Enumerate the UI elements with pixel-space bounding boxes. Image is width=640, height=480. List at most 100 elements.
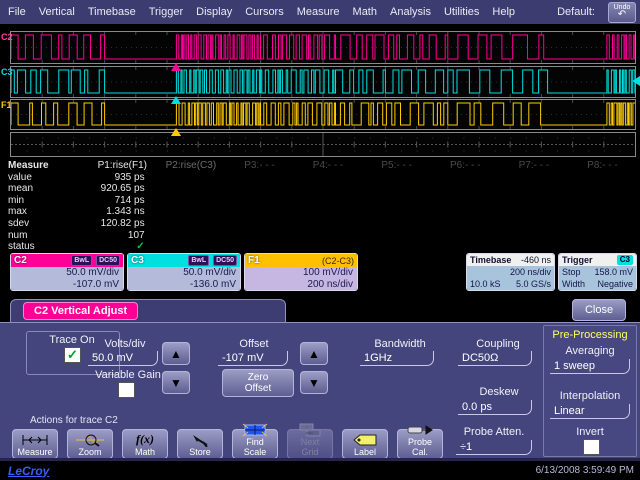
pre-processing-title: Pre-Processing: [544, 329, 636, 341]
averaging-field[interactable]: 1 sweep: [550, 359, 630, 374]
row-label-sdev: sdev: [8, 218, 49, 230]
p1-num: 107: [88, 230, 157, 242]
math-action-button[interactable]: f(x) Math: [122, 429, 168, 459]
bandwidth-field[interactable]: 1GHz: [360, 351, 434, 366]
trigger-title: Trigger: [562, 255, 593, 265]
probe-cal-action-button[interactable]: Probe Cal.: [397, 429, 443, 459]
c2-vertical-adjust-dialog: Trace On ✓ Volts/div 50.0 mV Variable Ga…: [0, 322, 640, 458]
menu-utilities[interactable]: Utilities: [444, 6, 479, 18]
offset-up-button[interactable]: ▲: [300, 342, 328, 365]
c2-trace-label[interactable]: C2: [1, 33, 13, 42]
offset-field[interactable]: -107 mV: [218, 351, 288, 366]
menu-trigger[interactable]: Trigger: [149, 6, 183, 18]
probe-cal-action-label: Probe Cal.: [404, 437, 436, 457]
up-arrow-icon: ▲: [170, 347, 182, 361]
deskew-field[interactable]: 0.0 ps: [458, 400, 532, 415]
trigger-source-badge: C3: [617, 255, 633, 265]
close-button[interactable]: Close: [572, 299, 626, 321]
math-fx-icon: f(x): [136, 432, 154, 447]
p7-header: P7:- - -: [500, 160, 569, 172]
coupling-field[interactable]: DC50Ω: [458, 351, 532, 366]
menu-display[interactable]: Display: [196, 6, 232, 18]
c3-id: C3: [131, 255, 144, 266]
trigger-level-arrow-icon[interactable]: [632, 76, 640, 86]
c2-descriptor-box[interactable]: C2 BwL DC50 50.0 mV/div -107.0 mV: [10, 253, 124, 291]
c2-descriptor-header: C2 BwL DC50: [11, 254, 123, 267]
zoom-action-button[interactable]: Zoom: [67, 429, 113, 459]
c2-bwl-badge: BwL: [71, 255, 92, 266]
c2-id: C2: [14, 255, 27, 266]
p8-header: P8:- - -: [568, 160, 637, 172]
f1-trace-label[interactable]: F1: [1, 101, 12, 110]
timebase-scale: 200 ns/div: [470, 266, 551, 278]
store-action-button[interactable]: Store: [177, 429, 223, 459]
menu-help[interactable]: Help: [492, 6, 515, 18]
grid-strip-c3[interactable]: [10, 66, 636, 98]
bandwidth-label: Bandwidth: [360, 338, 440, 350]
menu-vertical[interactable]: Vertical: [39, 6, 75, 18]
pre-processing-panel: Pre-Processing Averaging 1 sweep Interpo…: [543, 325, 637, 457]
trigger-body: Stop 158.0 mV Width Negative: [559, 266, 636, 290]
p1-min: 714 ps: [88, 195, 157, 207]
offset-down-button[interactable]: ▼: [300, 371, 328, 394]
volts-div-up-button[interactable]: ▲: [162, 342, 190, 365]
interpolation-field[interactable]: Linear: [550, 404, 630, 419]
f1-trigger-marker-icon[interactable]: [171, 128, 181, 136]
c3-descriptor-box[interactable]: C3 BwL DC50 50.0 mV/div -136.0 mV: [127, 253, 241, 291]
menu-analysis[interactable]: Analysis: [390, 6, 431, 18]
down-arrow-icon: ▼: [170, 376, 182, 390]
volts-div-field[interactable]: 50.0 mV: [88, 351, 158, 366]
find-scale-action-button[interactable]: Find Scale: [232, 429, 278, 459]
deskew-label: Deskew: [460, 386, 538, 398]
row-label-num: num: [8, 230, 49, 242]
timebase-body: 200 ns/div 10.0 kS 5.0 GS/s: [467, 266, 554, 290]
grid-strip-c2[interactable]: [10, 31, 636, 64]
measure-column-p8: P8:- - -: [568, 160, 637, 253]
grid-strip-f1[interactable]: [10, 99, 636, 130]
p1-status-check-icon: ✓: [88, 241, 157, 253]
menu-timebase[interactable]: Timebase: [88, 6, 136, 18]
c3-trigger-marker-icon[interactable]: [171, 96, 181, 104]
store-icon: [189, 432, 211, 447]
default-label: Default:: [557, 6, 595, 18]
measure-action-label: Measure: [18, 447, 53, 457]
menu-measure[interactable]: Measure: [297, 6, 340, 18]
f1-descriptor-box[interactable]: F1 (C2-C3) 100 mV/div 200 ns/div: [244, 253, 358, 291]
status-bar: LeCroy 6/13/2008 3:59:49 PM: [0, 458, 640, 480]
oscilloscope-screen: File Vertical Timebase Trigger Display C…: [0, 0, 640, 480]
trigger-header: Trigger C3: [559, 254, 636, 266]
tab-c2-vertical-adjust[interactable]: C2 Vertical Adjust: [10, 299, 286, 322]
grid-strip-empty[interactable]: [10, 132, 636, 157]
row-label-status: status: [8, 241, 49, 253]
volts-div-down-button[interactable]: ▼: [162, 371, 190, 394]
zero-offset-button[interactable]: Zero Offset: [222, 369, 294, 397]
p1-sdev: 120.82 ps: [88, 218, 157, 230]
variable-gain-checkbox[interactable]: [118, 382, 135, 398]
label-action-button[interactable]: Label: [342, 429, 388, 459]
menu-cursors[interactable]: Cursors: [245, 6, 284, 18]
timebase-descriptor-box[interactable]: Timebase -460 ns 200 ns/div 10.0 kS 5.0 …: [466, 253, 555, 291]
variable-gain-label: Variable Gain: [84, 369, 172, 381]
next-grid-action-button[interactable]: Next Grid: [287, 429, 333, 459]
f1-id: F1: [248, 255, 260, 266]
interpolation-label: Interpolation: [548, 390, 632, 402]
f1-function-tag: (C2-C3): [322, 256, 354, 266]
f1-waveform: [11, 100, 635, 129]
trace-on-checkbox[interactable]: ✓: [64, 347, 81, 363]
trigger-descriptor-box[interactable]: Trigger C3 Stop 158.0 mV Width Negative: [558, 253, 637, 291]
measure-icon: [20, 432, 50, 447]
probe-atten-field[interactable]: ÷1: [456, 440, 532, 455]
menu-file[interactable]: File: [8, 6, 26, 18]
undo-button[interactable]: Undo ↶: [608, 2, 636, 23]
c2-trigger-marker-icon[interactable]: [171, 63, 181, 71]
f1-vdiv: 100 mV/div: [303, 267, 353, 279]
invert-checkbox[interactable]: [583, 439, 600, 455]
p6-header: P6:- - -: [431, 160, 500, 172]
measure-column-p4: P4:- - -: [294, 160, 363, 253]
timebase-offset: -460 ns: [521, 255, 551, 265]
c3-descriptor-header: C3 BwL DC50: [128, 254, 240, 267]
menu-math[interactable]: Math: [353, 6, 377, 18]
c3-trace-label[interactable]: C3: [1, 68, 13, 77]
probe-atten-label: Probe Atten.: [452, 426, 536, 438]
measure-action-button[interactable]: Measure: [12, 429, 58, 459]
